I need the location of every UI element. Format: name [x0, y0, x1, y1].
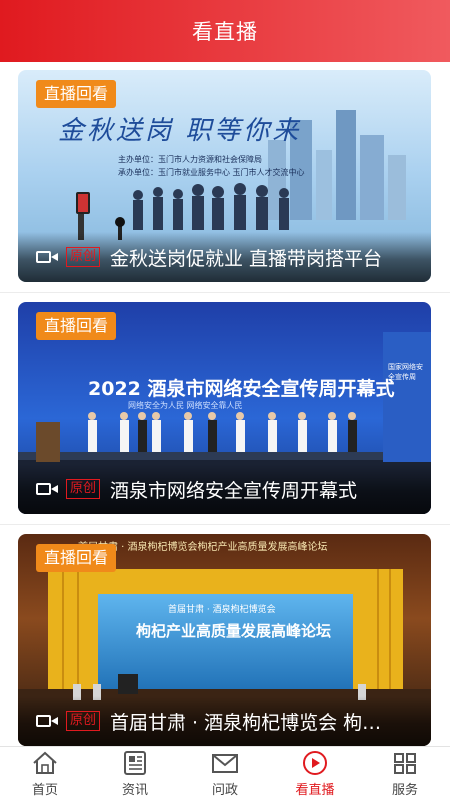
top-bar: 看直播 [0, 0, 450, 62]
scene-sub: 承办单位：玉门市就业服务中心 玉门市人才交流中心 [118, 168, 305, 177]
tab-news[interactable]: 资讯 [90, 747, 180, 800]
card-title: 首届甘肃 · 酒泉枸杞博览会 枸… [110, 711, 382, 734]
card-caption: 原创 酒泉市网络安全宣传周开幕式 [18, 464, 431, 514]
tab-label: 服务 [391, 782, 418, 798]
mail-icon [212, 753, 238, 773]
service-icon [394, 752, 416, 774]
card-title: 酒泉市网络安全宣传周开幕式 [110, 479, 358, 502]
tab-live[interactable]: 看直播 [270, 747, 360, 800]
card-title: 金秋送岗促就业 直播带岗搭平台 [110, 247, 383, 270]
original-tag: 原创 [66, 247, 101, 267]
video-camera-icon [36, 713, 58, 729]
replay-badge: 直播回看 [36, 544, 117, 572]
tab-home[interactable]: 首页 [0, 747, 90, 800]
replay-badge: 直播回看 [36, 312, 117, 340]
scene-banner: 枸杞产业高质量发展高峰论坛 [136, 622, 332, 640]
card-caption: 原创 首届甘肃 · 酒泉枸杞博览会 枸… [18, 696, 431, 746]
divider [0, 292, 450, 293]
original-tag: 原创 [66, 711, 101, 731]
tab-label: 首页 [31, 782, 58, 798]
original-tag: 原创 [66, 479, 101, 499]
scene-sub: 网络安全为人民 网络安全靠人民 [128, 401, 243, 410]
tab-label: 问政 [211, 782, 238, 798]
scene-sub: 主办单位：玉门市人力资源和社会保障局 [118, 155, 262, 164]
scene-banner: 金秋送岗 职等你来 [58, 116, 302, 146]
video-camera-icon [36, 249, 58, 265]
live-list[interactable]: 金秋送岗 职等你来 主办单位：玉门市人力资源和社会保障局 承办单位：玉门市就业服… [0, 62, 450, 746]
news-icon [124, 750, 146, 775]
scene-sub: 首届甘肃 · 酒泉枸杞博览会 [168, 605, 276, 615]
video-camera-icon [36, 481, 58, 497]
home-icon [33, 751, 57, 774]
page-title: 看直播 [192, 20, 258, 44]
scene-banner: 2022 酒泉市网络安全宣传周开幕式 [88, 378, 395, 400]
live-card[interactable]: 2022 酒泉市网络安全宣传周开幕式 网络安全为人民 网络安全靠人民 国家网络安… [18, 302, 431, 514]
bottom-tab-bar: 首页 资讯 问政 看直播 服务 [0, 746, 450, 800]
live-card[interactable]: 金秋送岗 职等你来 主办单位：玉门市人力资源和社会保障局 承办单位：玉门市就业服… [18, 70, 431, 282]
replay-badge: 直播回看 [36, 80, 117, 108]
live-card[interactable]: 首届甘肃 · 酒泉枸杞博览会枸杞产业高质量发展高峰论坛 首届甘肃 · 酒泉枸杞博… [18, 534, 431, 746]
tab-inquiry[interactable]: 问政 [180, 747, 270, 800]
tab-label: 看直播 [295, 782, 335, 798]
tab-label: 资讯 [121, 782, 148, 798]
tab-service[interactable]: 服务 [360, 747, 450, 800]
card-caption: 原创 金秋送岗促就业 直播带岗搭平台 [18, 232, 431, 282]
scene-side: 国家网络安全宣传周 [388, 363, 423, 381]
divider [0, 524, 450, 525]
live-play-icon [303, 750, 327, 775]
